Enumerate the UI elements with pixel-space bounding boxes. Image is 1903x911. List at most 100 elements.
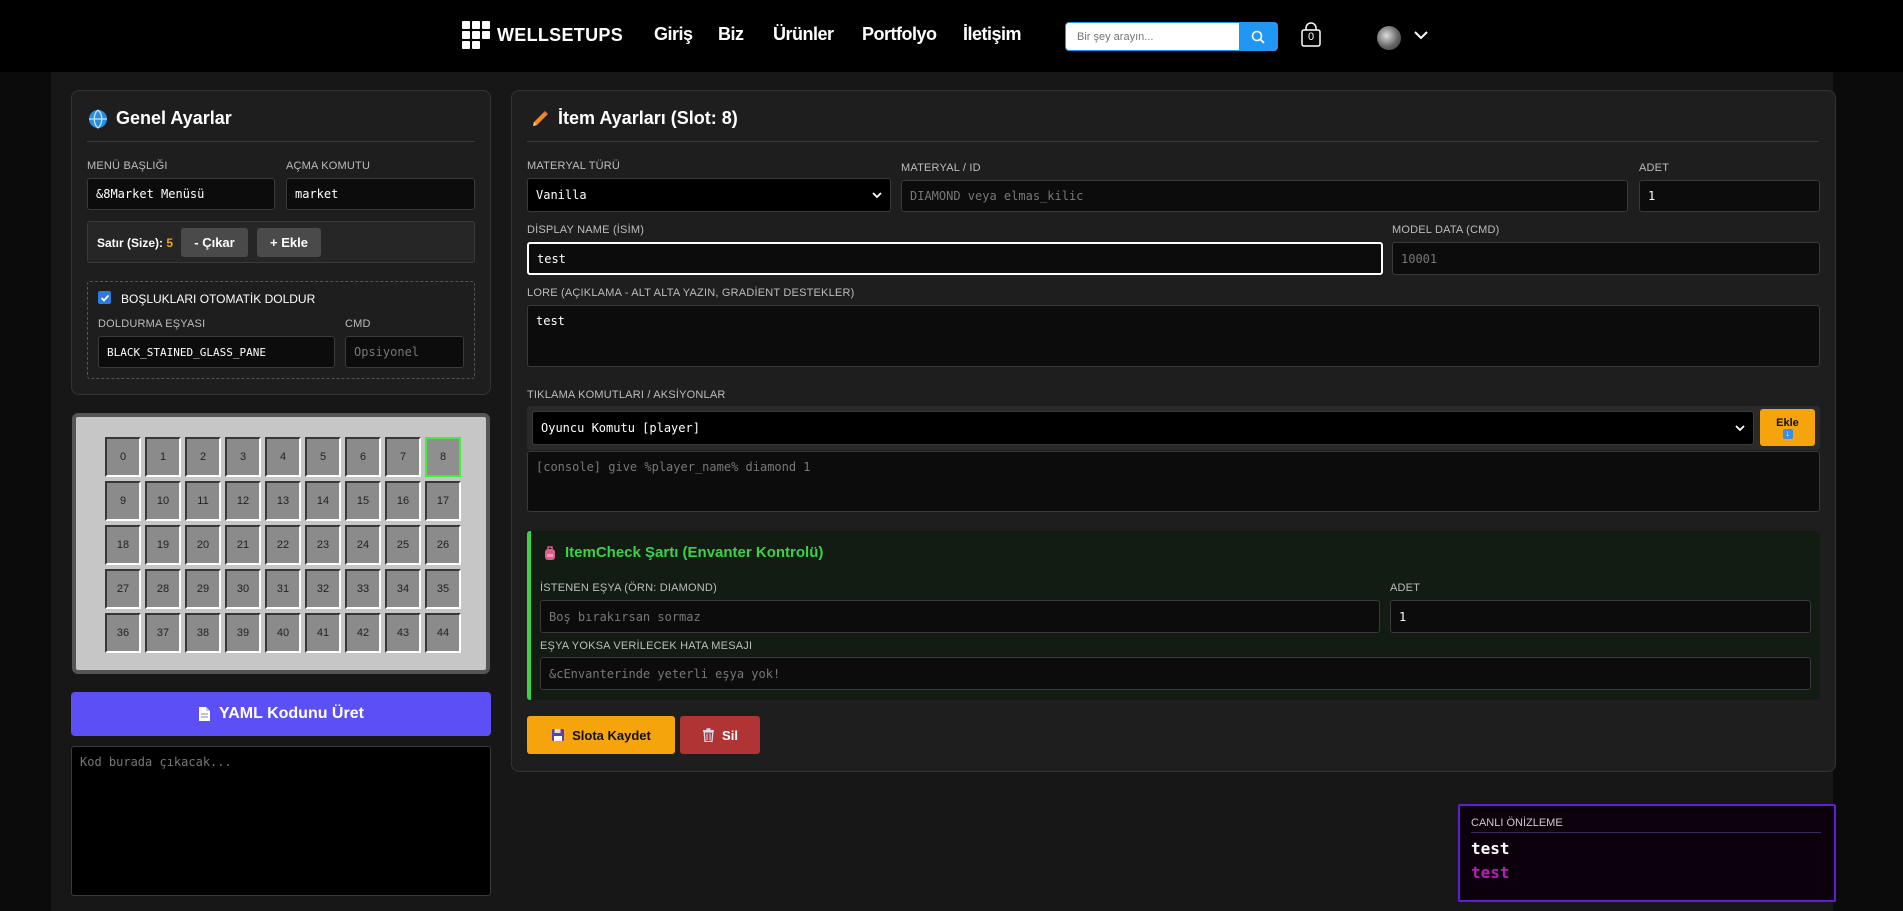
nav-link-giris[interactable]: Giriş [654, 24, 693, 45]
inventory-slot[interactable]: 39 [225, 613, 261, 653]
nav-link-urunler[interactable]: Ürünler [773, 24, 834, 45]
inventory-slot[interactable]: 5 [305, 437, 341, 477]
inventory-slot[interactable]: 22 [265, 525, 301, 565]
material-type-value: Vanilla [536, 188, 587, 202]
inventory-slot[interactable]: 25 [385, 525, 421, 565]
inventory-slot[interactable]: 12 [225, 481, 261, 521]
divider [1471, 832, 1821, 833]
inventory-slot[interactable]: 11 [185, 481, 221, 521]
inventory-slot[interactable]: 18 [105, 525, 141, 565]
inventory-slot[interactable]: 19 [145, 525, 181, 565]
inventory-slot[interactable]: 40 [265, 613, 301, 653]
display-name-field[interactable]: test [527, 242, 1383, 275]
inventory-slot[interactable]: 33 [345, 569, 381, 609]
cmd-label: CMD [345, 318, 371, 330]
menu-title-field[interactable]: &8Market Menüsü [87, 178, 275, 210]
inventory-slot[interactable]: 1 [145, 437, 181, 477]
inventory-slot[interactable]: 36 [105, 613, 141, 653]
divider [527, 141, 1819, 142]
inventory-slot[interactable]: 41 [305, 613, 341, 653]
model-data-field[interactable]: 10001 [1392, 242, 1820, 275]
avatar[interactable] [1377, 26, 1401, 50]
row-size-text: Satır (Size): [97, 236, 164, 250]
add-row-button[interactable]: + Ekle [257, 228, 321, 257]
search-input[interactable] [1066, 23, 1240, 50]
inventory-slot[interactable]: 32 [305, 569, 341, 609]
inventory-slot[interactable]: 9 [105, 481, 141, 521]
save-slot-label: Slota Kaydet [572, 727, 651, 743]
inventory-slot[interactable]: 35 [425, 569, 461, 609]
inventory-slots: 0 1 2 3 4 5 6 7 8 9 10 11 12 13 14 15 16 17 18 19 20 21 22 23 24… [105, 437, 461, 653]
inventory-slot[interactable]: 6 [345, 437, 381, 477]
chevron-down-icon[interactable] [1414, 30, 1428, 40]
inventory-slot[interactable]: 13 [265, 481, 301, 521]
required-item-field[interactable]: Boş bırakırsan sormaz [540, 600, 1380, 633]
actions-textarea[interactable]: [console] give %player_name% diamond 1 [527, 451, 1820, 512]
inventory-slot[interactable]: 44 [425, 613, 461, 653]
inventory-slot[interactable]: 15 [345, 481, 381, 521]
save-slot-button[interactable]: Slota Kaydet [527, 716, 675, 754]
inventory-slot[interactable]: 3 [225, 437, 261, 477]
fill-item-label: DOLDURMA EŞYASI [98, 318, 206, 330]
inventory-slot[interactable]: 42 [345, 613, 381, 653]
add-action-button[interactable]: Ekle ↓ [1760, 409, 1815, 446]
inventory-slot[interactable]: 2 [185, 437, 221, 477]
inventory-slot[interactable]: 37 [145, 613, 181, 653]
brand-logo[interactable]: WELLSETUPS [462, 21, 623, 49]
required-item-label: İSTENEN EŞYA (ÖRN: DIAMOND) [540, 582, 717, 594]
model-data-label: MODEL DATA (CMD) [1392, 224, 1500, 236]
autofill-checkbox[interactable] [98, 291, 111, 304]
cart-button[interactable]: 0 [1300, 22, 1322, 48]
nav-link-iletisim[interactable]: İletişim [963, 24, 1022, 45]
inventory-slot[interactable]: 30 [225, 569, 261, 609]
nav-link-portfolyo[interactable]: Portfolyo [862, 24, 937, 45]
inventory-slot[interactable]: 43 [385, 613, 421, 653]
inventory-slot[interactable]: 27 [105, 569, 141, 609]
cart-count: 0 [1307, 31, 1315, 43]
search-icon [1251, 30, 1265, 44]
inventory-slot[interactable]: 38 [185, 613, 221, 653]
inventory-slot[interactable]: 17 [425, 481, 461, 521]
inventory-slot[interactable]: 7 [385, 437, 421, 477]
inventory-slot[interactable]: 28 [145, 569, 181, 609]
yaml-output[interactable]: Kod burada çıkacak... [71, 746, 491, 896]
nav-link-biz[interactable]: Biz [718, 24, 744, 45]
trash-icon [703, 728, 715, 742]
required-amount-field[interactable]: 1 [1390, 600, 1811, 633]
inventory-slot[interactable]: 24 [345, 525, 381, 565]
inventory-slot[interactable]: 14 [305, 481, 341, 521]
material-id-field[interactable]: DIAMOND veya elmas_kilic [901, 180, 1628, 212]
material-type-select[interactable]: Vanilla [527, 178, 891, 212]
lore-textarea[interactable]: test [527, 305, 1820, 367]
preview-item-name: test [1471, 839, 1510, 858]
display-name-label: DİSPLAY NAME (İSİM) [527, 224, 645, 236]
open-command-field[interactable]: market [286, 178, 475, 210]
inventory-slot[interactable]: 23 [305, 525, 341, 565]
generate-yaml-button[interactable]: YAML Kodunu Üret [71, 692, 491, 736]
backpack-icon [545, 545, 555, 560]
delete-slot-button[interactable]: Sil [680, 716, 760, 754]
inventory-slot[interactable]: 21 [225, 525, 261, 565]
fill-item-field[interactable]: BLACK_STAINED_GLASS_PANE [98, 336, 335, 368]
search-button[interactable] [1239, 23, 1277, 50]
row-size-value: 5 [166, 236, 174, 250]
action-type-value: Oyuncu Komutu [player] [541, 421, 700, 435]
error-message-field[interactable]: &cEnvanterinde yeterli eşya yok! [540, 657, 1811, 690]
inventory-slot[interactable]: 34 [385, 569, 421, 609]
inventory-slot[interactable]: 0 [105, 437, 141, 477]
action-type-select[interactable]: Oyuncu Komutu [player] [532, 411, 1754, 445]
cmd-field[interactable]: Opsiyonel [345, 336, 464, 368]
remove-row-button[interactable]: - Çıkar [181, 228, 248, 257]
inventory-slot[interactable]: 4 [265, 437, 301, 477]
inventory-slot[interactable]: 31 [265, 569, 301, 609]
inventory-slot[interactable]: 20 [185, 525, 221, 565]
inventory-slot[interactable]: 26 [425, 525, 461, 565]
open-command-label: AÇMA KOMUTU [286, 160, 371, 172]
floppy-disk-icon [552, 729, 565, 741]
inventory-slot[interactable]: 29 [185, 569, 221, 609]
inventory-slot[interactable]: 10 [145, 481, 181, 521]
inventory-slot[interactable]: 16 [385, 481, 421, 521]
inventory-slot[interactable]: 8 [425, 437, 461, 477]
lore-label: LORE (AÇIKLAMA - ALT ALTA YAZIN, GRADİEN… [527, 287, 855, 299]
amount-field[interactable]: 1 [1639, 180, 1820, 212]
